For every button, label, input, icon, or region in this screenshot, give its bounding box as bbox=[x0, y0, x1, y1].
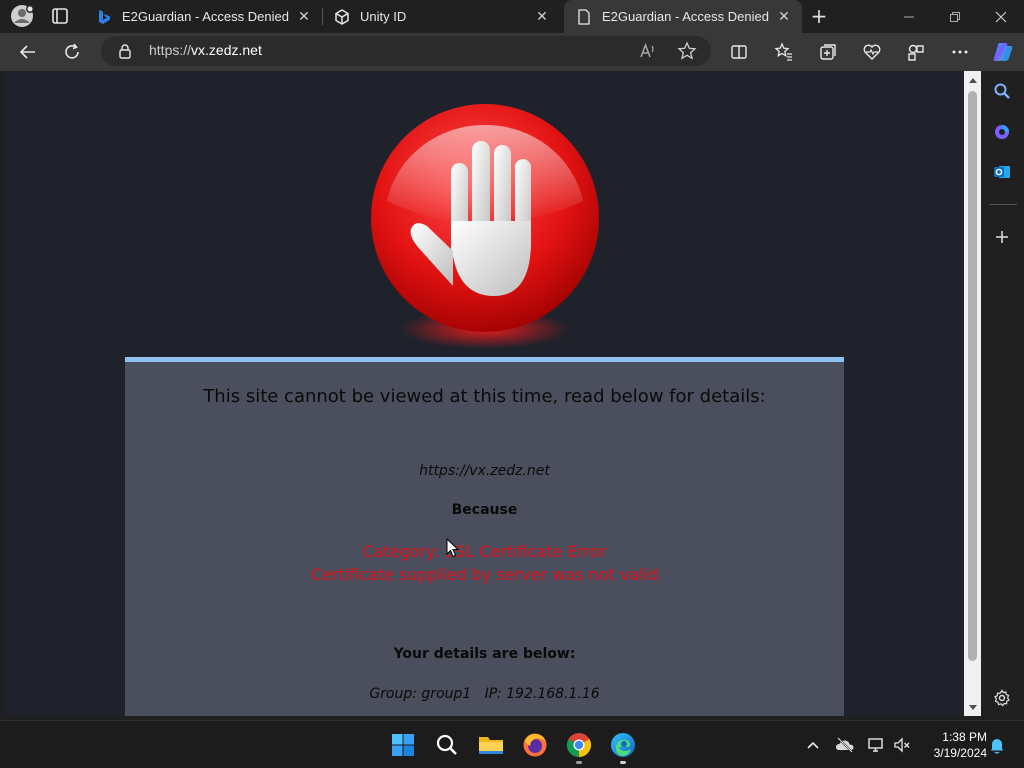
unity-icon bbox=[334, 8, 350, 25]
refresh-icon[interactable] bbox=[60, 40, 84, 64]
tab-close-icon[interactable]: ✕ bbox=[292, 5, 316, 29]
sidebar-settings-gear-icon[interactable] bbox=[990, 686, 1014, 710]
taskbar-clock[interactable]: 1:38 PM 3/19/2024 bbox=[917, 729, 987, 761]
start-icon[interactable] bbox=[389, 731, 417, 759]
page-content: This site cannot be viewed at this time,… bbox=[4, 71, 964, 716]
outlook-icon[interactable] bbox=[990, 160, 1014, 184]
denial-panel: This site cannot be viewed at this time,… bbox=[125, 357, 844, 716]
favorites-icon[interactable] bbox=[772, 40, 796, 64]
copilot-sidebar-icon[interactable] bbox=[990, 120, 1014, 144]
block-reason: Certificate supplied by server was not v… bbox=[310, 565, 659, 584]
extensions-icon[interactable] bbox=[904, 40, 928, 64]
edge-sidebar bbox=[981, 71, 1024, 716]
because-label: Because bbox=[451, 502, 518, 518]
tab-close-icon[interactable]: ✕ bbox=[772, 5, 796, 29]
browser-toolbar: https://vx.zedz.net bbox=[0, 33, 1024, 71]
add-sidebar-app-icon[interactable] bbox=[990, 225, 1014, 249]
stop-hand-icon bbox=[369, 101, 601, 351]
tab-title: Unity ID bbox=[360, 9, 407, 24]
tab-actions-icon[interactable] bbox=[48, 6, 72, 26]
tray-overflow-chevron-icon[interactable] bbox=[803, 735, 823, 755]
collections-icon[interactable] bbox=[816, 40, 840, 64]
tab-unity-id[interactable]: Unity ID ✕ bbox=[322, 0, 560, 33]
back-arrow-icon[interactable] bbox=[16, 40, 40, 64]
read-aloud-icon[interactable] bbox=[636, 39, 660, 63]
tab-strip: E2Guardian - Access Denied ✕ Unity ID ✕ … bbox=[0, 0, 1024, 33]
firefox-icon[interactable] bbox=[521, 731, 549, 759]
tab-title: E2Guardian - Access Denied bbox=[122, 9, 289, 24]
tab-e2guardian-active[interactable]: E2Guardian - Access Denied ✕ bbox=[564, 0, 802, 33]
copilot-icon[interactable] bbox=[990, 40, 1016, 64]
clock-date: 3/19/2024 bbox=[933, 746, 987, 760]
split-screen-icon[interactable] bbox=[727, 40, 751, 64]
tab-title: E2Guardian - Access Denied bbox=[602, 9, 769, 24]
profile-avatar-icon[interactable] bbox=[9, 4, 35, 28]
volume-muted-icon[interactable] bbox=[892, 735, 912, 755]
search-icon[interactable] bbox=[433, 731, 461, 759]
blocked-url: https://vx.zedz.net bbox=[419, 463, 550, 479]
minimize-icon[interactable] bbox=[886, 0, 932, 33]
details-heading: Your details are below: bbox=[393, 646, 576, 662]
lock-icon[interactable] bbox=[117, 43, 133, 59]
restore-icon[interactable] bbox=[932, 0, 978, 33]
bing-icon bbox=[96, 9, 112, 25]
address-bar[interactable]: https://vx.zedz.net bbox=[101, 36, 711, 66]
scroll-down-icon[interactable] bbox=[964, 699, 981, 716]
url-host: vx.zedz.net bbox=[191, 42, 262, 58]
url-text: https://vx.zedz.net bbox=[149, 42, 262, 58]
scroll-up-icon[interactable] bbox=[964, 71, 981, 88]
clock-time: 1:38 PM bbox=[942, 730, 987, 744]
edge-icon[interactable] bbox=[609, 731, 637, 759]
tab-close-icon[interactable]: ✕ bbox=[530, 5, 554, 29]
windows-taskbar: 1:38 PM 3/19/2024 bbox=[0, 720, 1024, 768]
browser-essentials-icon[interactable] bbox=[860, 40, 884, 64]
scroll-thumb[interactable] bbox=[968, 91, 977, 661]
notification-bell-icon[interactable] bbox=[987, 735, 1007, 755]
edge-running-indicator bbox=[620, 761, 626, 764]
mouse-pointer-icon bbox=[446, 537, 460, 558]
more-options-icon[interactable] bbox=[948, 40, 972, 64]
file-explorer-icon[interactable] bbox=[477, 731, 505, 759]
network-monitor-icon[interactable] bbox=[866, 735, 886, 755]
favorite-star-icon[interactable] bbox=[675, 39, 699, 63]
vertical-scrollbar[interactable] bbox=[964, 71, 981, 716]
new-tab-button[interactable]: + bbox=[807, 4, 831, 28]
chrome-running-indicator bbox=[576, 761, 582, 764]
url-scheme: https:// bbox=[149, 42, 192, 58]
tab-e2guardian-1[interactable]: E2Guardian - Access Denied ✕ bbox=[84, 0, 322, 33]
page-icon bbox=[576, 8, 592, 25]
close-window-icon[interactable] bbox=[978, 0, 1024, 33]
search-icon[interactable] bbox=[990, 79, 1014, 103]
block-category: Category: SSL Certificate Error bbox=[362, 542, 607, 561]
user-details: Group: group1 IP: 192.168.1.16 bbox=[369, 686, 600, 702]
onedrive-offline-icon[interactable] bbox=[835, 735, 855, 755]
chrome-icon[interactable] bbox=[565, 731, 593, 759]
page-heading: This site cannot be viewed at this time,… bbox=[203, 386, 766, 407]
sidebar-divider bbox=[989, 204, 1017, 205]
